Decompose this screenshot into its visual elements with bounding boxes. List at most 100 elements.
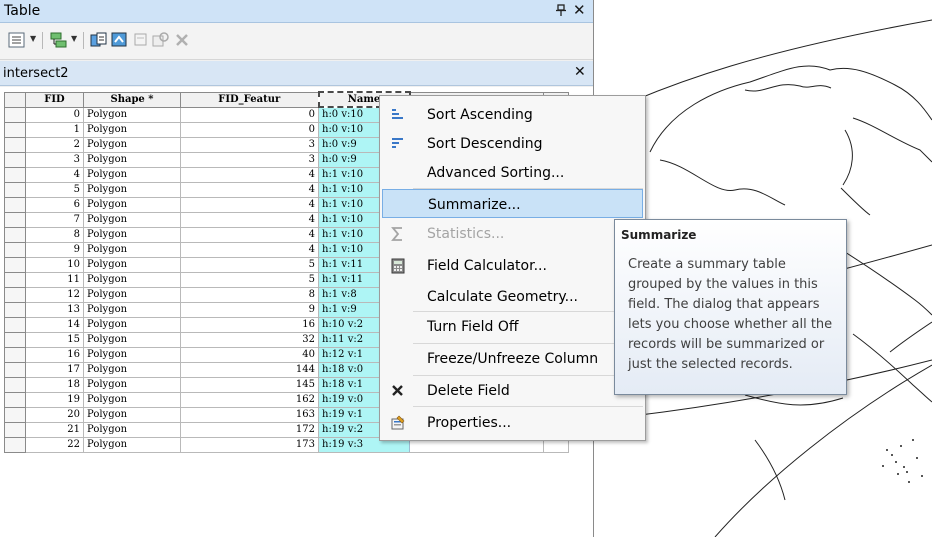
menu-item-summarize[interactable]: Summarize... [382, 189, 643, 218]
cell-fid[interactable]: 21 [25, 421, 84, 438]
cell-shape[interactable]: Polygon [83, 151, 181, 168]
select-by-attributes-icon[interactable] [90, 32, 108, 48]
cell-shape[interactable]: Polygon [83, 196, 181, 213]
cell-shape[interactable]: Polygon [83, 346, 181, 363]
cell-fid[interactable]: 9 [25, 241, 84, 258]
column-header-fid-featur[interactable]: FID_Featur [180, 91, 319, 108]
menu-item-turn-field-off[interactable]: Turn Field Off [382, 312, 643, 341]
delete-selected-icon[interactable] [174, 32, 192, 48]
cell-fid[interactable]: 22 [25, 436, 84, 453]
row-selector[interactable] [4, 196, 26, 213]
menu-item-freeze-unfreeze-column[interactable]: Freeze/Unfreeze Column [382, 344, 643, 373]
cell-fid[interactable]: 11 [25, 271, 84, 288]
cell-shape[interactable]: Polygon [83, 286, 181, 303]
row-selector[interactable] [4, 376, 26, 393]
cell-fid[interactable]: 0 [25, 106, 84, 123]
row-selector[interactable] [4, 421, 26, 438]
cell-fid[interactable]: 1 [25, 121, 84, 138]
table-options-icon[interactable] [8, 32, 26, 48]
cell-shape[interactable]: Polygon [83, 211, 181, 228]
cell-fid-featur[interactable]: 172 [180, 421, 319, 438]
cell-fid-featur[interactable]: 40 [180, 346, 319, 363]
table-tab-intersect2[interactable]: intersect2 [3, 66, 69, 81]
cell-shape[interactable]: Polygon [83, 391, 181, 408]
menu-item-delete-field[interactable]: Delete Field [382, 376, 643, 405]
cell-fid-featur[interactable]: 4 [180, 211, 319, 228]
row-selector[interactable] [4, 211, 26, 228]
cell-fid-featur[interactable]: 3 [180, 136, 319, 153]
table-options-dropdown-icon[interactable]: ▼ [30, 34, 36, 43]
cell-shape[interactable]: Polygon [83, 361, 181, 378]
row-selector[interactable] [4, 151, 26, 168]
cell-fid[interactable]: 10 [25, 256, 84, 273]
row-selector[interactable] [4, 391, 26, 408]
related-tables-dropdown-icon[interactable]: ▼ [71, 34, 77, 43]
related-tables-icon[interactable] [50, 32, 68, 48]
row-selector[interactable] [4, 316, 26, 333]
cell-fid-featur[interactable]: 4 [180, 196, 319, 213]
menu-item-sort-ascending[interactable]: Sort Ascending [382, 100, 643, 129]
cell-fid[interactable]: 3 [25, 151, 84, 168]
cell-fid-featur[interactable]: 4 [180, 226, 319, 243]
cell-fid[interactable]: 13 [25, 301, 84, 318]
cell-shape[interactable]: Polygon [83, 376, 181, 393]
cell-fid[interactable]: 16 [25, 346, 84, 363]
pin-icon[interactable] [556, 4, 567, 19]
cell-fid-featur[interactable]: 4 [180, 181, 319, 198]
row-selector-header[interactable] [4, 91, 26, 108]
cell-fid[interactable]: 8 [25, 226, 84, 243]
cell-shape[interactable]: Polygon [83, 241, 181, 258]
cell-shape[interactable]: Polygon [83, 271, 181, 288]
row-selector[interactable] [4, 226, 26, 243]
row-selector[interactable] [4, 331, 26, 348]
cell-shape[interactable]: Polygon [83, 256, 181, 273]
cell-fid-featur[interactable]: 32 [180, 331, 319, 348]
cell-shape[interactable]: Polygon [83, 301, 181, 318]
switch-selection-icon[interactable] [111, 32, 129, 48]
cell-fid-featur[interactable]: 5 [180, 271, 319, 288]
cell-fid[interactable]: 2 [25, 136, 84, 153]
row-selector[interactable] [4, 256, 26, 273]
row-selector[interactable] [4, 121, 26, 138]
row-selector[interactable] [4, 181, 26, 198]
clear-selection-icon[interactable] [133, 32, 151, 48]
cell-fid[interactable]: 12 [25, 286, 84, 303]
column-header-fid[interactable]: FID [25, 91, 84, 108]
cell-fid[interactable]: 19 [25, 391, 84, 408]
cell-fid-featur[interactable]: 144 [180, 361, 319, 378]
menu-item-sort-descending[interactable]: Sort Descending [382, 129, 643, 158]
cell-fid[interactable]: 14 [25, 316, 84, 333]
cell-fid-featur[interactable]: 5 [180, 256, 319, 273]
row-selector[interactable] [4, 361, 26, 378]
row-selector[interactable] [4, 241, 26, 258]
cell-shape[interactable]: Polygon [83, 181, 181, 198]
zoom-to-selected-icon[interactable] [152, 32, 170, 48]
cell-fid[interactable]: 18 [25, 376, 84, 393]
row-selector[interactable] [4, 406, 26, 423]
cell-fid[interactable]: 5 [25, 181, 84, 198]
cell-shape[interactable]: Polygon [83, 421, 181, 438]
cell-fid-featur[interactable]: 3 [180, 151, 319, 168]
window-title-bar[interactable]: Table ✕ [0, 0, 593, 23]
cell-shape[interactable]: Polygon [83, 121, 181, 138]
cell-shape[interactable]: Polygon [83, 436, 181, 453]
column-header-shape[interactable]: Shape * [83, 91, 181, 108]
menu-item-calculate-geometry[interactable]: Calculate Geometry... [382, 282, 643, 311]
cell-shape[interactable]: Polygon [83, 316, 181, 333]
cell-shape[interactable]: Polygon [83, 106, 181, 123]
cell-fid-featur[interactable]: 8 [180, 286, 319, 303]
cell-shape[interactable]: Polygon [83, 136, 181, 153]
row-selector[interactable] [4, 346, 26, 363]
row-selector[interactable] [4, 136, 26, 153]
row-selector[interactable] [4, 301, 26, 318]
cell-fid[interactable]: 4 [25, 166, 84, 183]
close-window-icon[interactable]: ✕ [573, 1, 586, 19]
cell-shape[interactable]: Polygon [83, 406, 181, 423]
menu-item-properties[interactable]: Properties... [382, 408, 643, 437]
cell-fid[interactable]: 15 [25, 331, 84, 348]
cell-fid-featur[interactable]: 173 [180, 436, 319, 453]
row-selector[interactable] [4, 271, 26, 288]
cell-shape[interactable]: Polygon [83, 226, 181, 243]
cell-fid[interactable]: 20 [25, 406, 84, 423]
close-tab-icon[interactable]: ✕ [574, 64, 586, 80]
